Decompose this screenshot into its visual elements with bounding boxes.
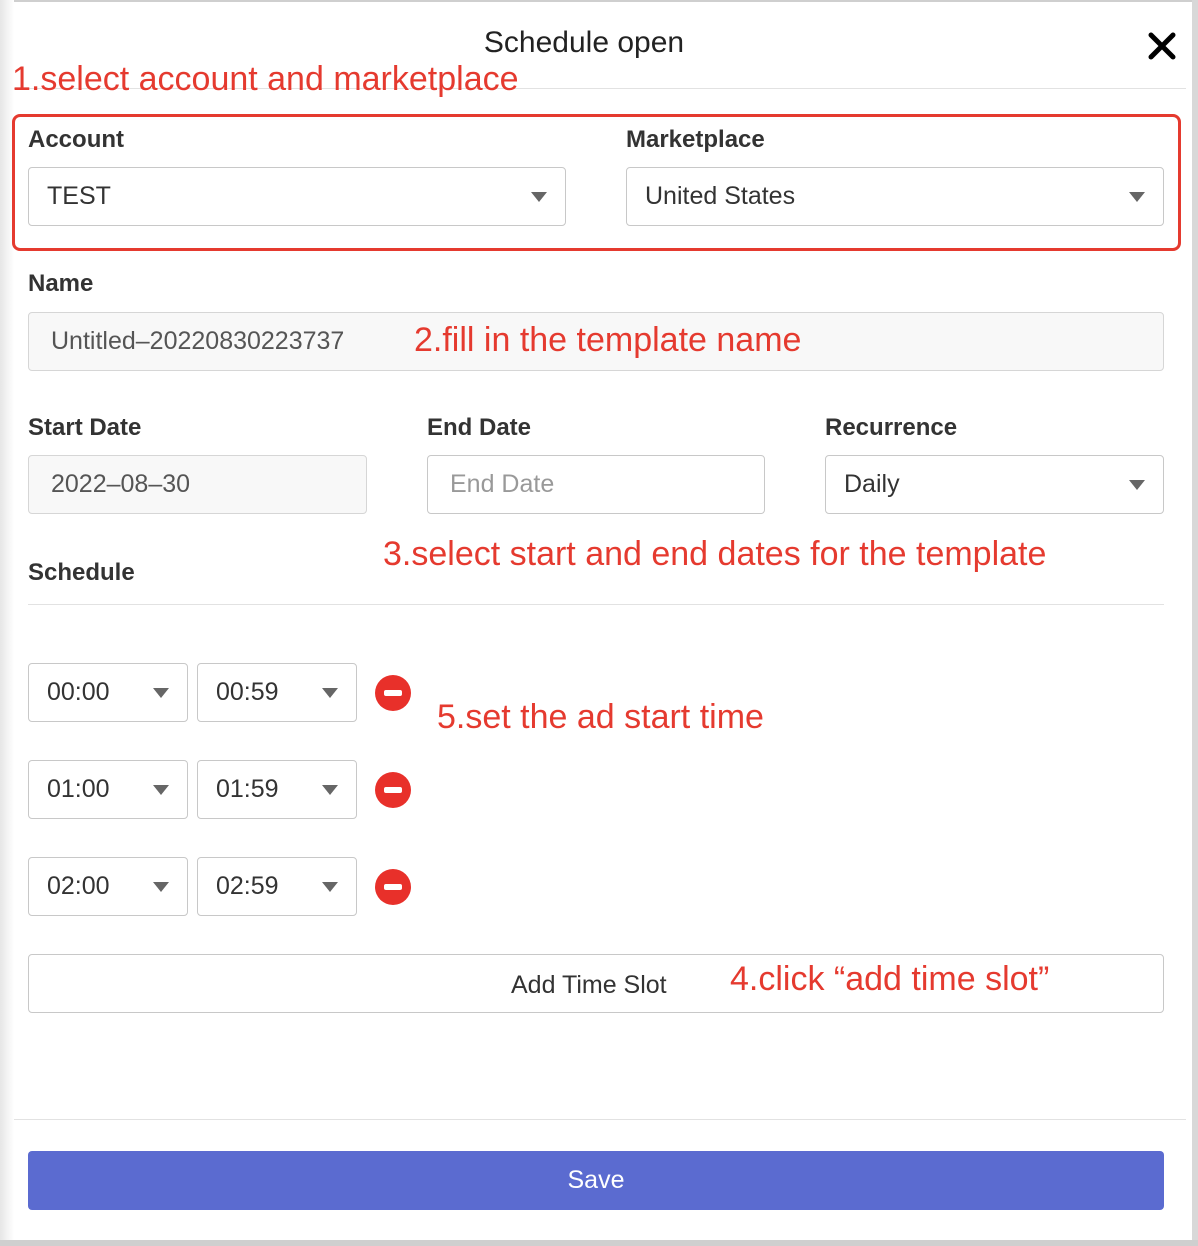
slot-start-value: 00:00 — [47, 678, 110, 706]
chevron-down-icon — [153, 784, 169, 795]
minus-circle-icon[interactable] — [375, 772, 411, 808]
account-select[interactable]: TEST — [28, 167, 566, 226]
chevron-down-icon — [322, 881, 338, 892]
annotation-step4: 4.click “add time slot” — [730, 960, 1050, 998]
start-date-label: Start Date — [28, 414, 142, 441]
minus-circle-icon[interactable] — [375, 675, 411, 711]
slot-start-select[interactable]: 02:00 — [28, 857, 188, 916]
recurrence-label: Recurrence — [825, 414, 958, 441]
slot-start-value: 01:00 — [47, 775, 110, 803]
name-label: Name — [28, 270, 94, 297]
slot-end-value: 02:59 — [216, 872, 279, 900]
chevron-down-icon — [153, 881, 169, 892]
dialog-title: Schedule open — [483, 26, 685, 59]
account-label: Account — [28, 126, 124, 153]
chevron-down-icon — [1129, 191, 1145, 202]
slot-start-select[interactable]: 00:00 — [28, 663, 188, 722]
add-time-slot-label: Add Time Slot — [511, 971, 667, 999]
marketplace-label: Marketplace — [626, 126, 765, 153]
slot-end-select[interactable]: 02:59 — [197, 857, 357, 916]
start-date-value: 2022–08–30 — [51, 470, 191, 498]
chevron-down-icon — [153, 687, 169, 698]
chevron-down-icon — [322, 687, 338, 698]
slot-end-value: 01:59 — [216, 775, 279, 803]
minus-circle-icon[interactable] — [375, 869, 411, 905]
chevron-down-icon — [531, 191, 547, 202]
annotation-step1: 1.select account and marketplace — [12, 60, 519, 98]
chevron-down-icon — [1129, 479, 1145, 490]
start-date-input[interactable]: 2022–08–30 — [28, 455, 367, 514]
schedule-divider — [28, 604, 1164, 605]
footer-divider — [14, 1119, 1186, 1120]
slot-start-select[interactable]: 01:00 — [28, 760, 188, 819]
slot-end-select[interactable]: 01:59 — [197, 760, 357, 819]
end-date-placeholder: End Date — [450, 470, 555, 498]
slot-end-value: 00:59 — [216, 678, 279, 706]
end-date-label: End Date — [427, 414, 532, 441]
marketplace-select-value: United States — [645, 182, 796, 210]
schedule-label: Schedule — [28, 559, 135, 586]
slot-start-value: 02:00 — [47, 872, 110, 900]
marketplace-select[interactable]: United States — [626, 167, 1164, 226]
annotation-step5: 5.set the ad start time — [437, 698, 764, 736]
annotation-step3: 3.select start and end dates for the tem… — [383, 535, 1047, 573]
close-icon[interactable] — [1146, 30, 1178, 62]
recurrence-select-value: Daily — [844, 470, 900, 498]
account-select-value: TEST — [47, 182, 111, 210]
recurrence-select[interactable]: Daily — [825, 455, 1164, 514]
chevron-down-icon — [322, 784, 338, 795]
slot-end-select[interactable]: 00:59 — [197, 663, 357, 722]
schedule-dialog: Schedule open 1.select account and marke… — [0, 0, 1198, 1246]
annotation-step2: 2.fill in the template name — [414, 321, 802, 359]
end-date-input[interactable]: End Date — [427, 455, 765, 514]
name-input-value: Untitled–20220830223737 — [51, 327, 345, 355]
save-button[interactable]: Save — [28, 1151, 1164, 1210]
